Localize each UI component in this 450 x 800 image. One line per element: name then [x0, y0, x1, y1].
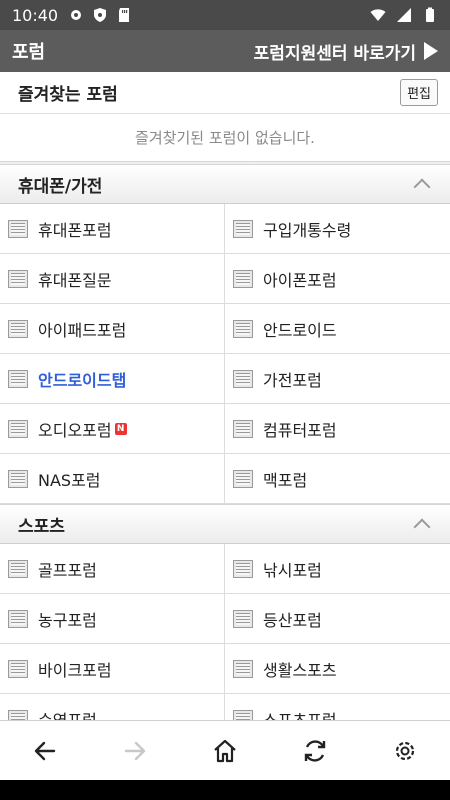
forum-item-label: 아이패드포럼 [38, 320, 127, 340]
document-icon [233, 319, 253, 338]
shield-icon [94, 8, 107, 22]
document-icon [233, 609, 253, 628]
forum-item-label: 안드로이드탭 [38, 370, 127, 390]
forum-item-label: 컴퓨터포럼 [263, 420, 337, 440]
document-icon [233, 419, 253, 438]
system-nav-bar [0, 780, 450, 800]
home-button[interactable] [203, 729, 247, 773]
battery-icon [426, 7, 434, 22]
document-icon [233, 659, 253, 678]
category-header-mobile[interactable]: 휴대폰/가전 [0, 164, 450, 204]
forum-item-label: 가전포럼 [263, 370, 322, 390]
forum-item[interactable]: 낚시포럼 [225, 544, 450, 594]
category-header-sports[interactable]: 스포츠 [0, 504, 450, 544]
forum-item[interactable]: 컴퓨터포럼 [225, 404, 450, 454]
bottom-toolbar [0, 720, 450, 780]
forum-item-label: 골프포럼 [38, 560, 97, 580]
favorites-empty-message: 즐겨찾기된 포럼이 없습니다. [0, 114, 450, 162]
status-time: 10:40 [12, 5, 59, 25]
forward-arrow-icon [124, 741, 146, 760]
document-icon [233, 269, 253, 288]
forum-item[interactable]: 휴대폰포럼 [0, 204, 225, 254]
refresh-button[interactable] [293, 729, 337, 773]
document-icon [8, 559, 28, 578]
forum-item-label: 농구포럼 [38, 610, 97, 630]
settings-gear-icon [395, 741, 415, 760]
forum-item-label: 바이크포럼 [38, 660, 112, 680]
forum-item[interactable]: 오디오포럼 N [0, 404, 225, 454]
document-icon [8, 469, 28, 488]
forum-item-label: 생활스포츠 [263, 660, 337, 680]
wifi-icon [370, 9, 386, 21]
new-badge-icon: N [114, 422, 127, 435]
document-icon [233, 709, 253, 720]
favorites-header: 즐겨찾는 포럼 편집 [0, 72, 450, 114]
forum-item[interactable]: 맥포럼 [225, 454, 450, 504]
forum-item[interactable]: 아이패드포럼 [0, 304, 225, 354]
document-icon [233, 219, 253, 238]
forum-grid: 휴대폰포럼 구입개통수령 휴대폰질문 아이폰포럼 아이패드포럼 안드로이드 안드… [0, 204, 450, 504]
settings-button[interactable] [383, 729, 427, 773]
forum-item[interactable]: 수영포럼 [0, 694, 225, 720]
back-button[interactable] [23, 729, 67, 773]
forum-item[interactable]: 휴대폰질문 [0, 254, 225, 304]
forum-item[interactable]: 농구포럼 [0, 594, 225, 644]
forum-list-content[interactable]: 즐겨찾는 포럼 편집 즐겨찾기된 포럼이 없습니다. 휴대폰/가전 휴대폰포럼 … [0, 72, 450, 720]
document-icon [8, 269, 28, 288]
document-icon [8, 319, 28, 338]
status-bar: 10:40 [0, 0, 450, 30]
document-icon [233, 469, 253, 488]
forum-item[interactable]: 바이크포럼 [0, 644, 225, 694]
forum-item[interactable]: 골프포럼 [0, 544, 225, 594]
forum-item-label: 휴대폰질문 [38, 270, 112, 290]
edit-button[interactable]: 편집 [400, 79, 438, 106]
refresh-icon [304, 739, 326, 762]
document-icon [8, 419, 28, 438]
document-icon [8, 219, 28, 238]
chevron-up-icon [413, 518, 431, 536]
document-icon [233, 559, 253, 578]
forum-item-label: 안드로이드 [263, 320, 337, 340]
category-title: 휴대폰/가전 [18, 176, 103, 197]
forum-item-label: 등산포럼 [263, 610, 322, 630]
support-center-link[interactable]: 포럼지원센터 바로가기 [254, 39, 438, 64]
page-title: 포럼 [12, 42, 46, 63]
category-title: 스포츠 [18, 516, 65, 537]
settings-status-icon [71, 10, 82, 20]
forum-item-label: NAS포럼 [38, 470, 101, 490]
forum-item-label: 맥포럼 [263, 470, 308, 490]
forum-item-label: 구입개통수령 [263, 220, 352, 240]
document-icon [8, 659, 28, 678]
forum-item[interactable]: 아이폰포럼 [225, 254, 450, 304]
sd-card-icon [119, 8, 130, 22]
favorites-title: 즐겨찾는 포럼 [18, 85, 118, 105]
forward-button[interactable] [113, 729, 157, 773]
back-arrow-icon [34, 741, 56, 760]
forum-item-label: 아이폰포럼 [263, 270, 337, 290]
chevron-up-icon [413, 178, 431, 196]
forum-item-label: 수영포럼 [38, 710, 97, 721]
home-icon [214, 739, 236, 762]
support-center-link-label: 포럼지원센터 바로가기 [253, 43, 416, 64]
document-icon [8, 609, 28, 628]
forum-item[interactable]: 스포츠포럼 [225, 694, 450, 720]
forum-item[interactable]: 구입개통수령 [225, 204, 450, 254]
forum-item-label: 스포츠포럼 [263, 710, 337, 721]
play-arrow-icon [424, 42, 438, 60]
forum-item[interactable]: 등산포럼 [225, 594, 450, 644]
signal-icon [397, 8, 411, 22]
document-icon [8, 369, 28, 388]
document-icon [8, 709, 28, 720]
forum-item[interactable]: NAS포럼 [0, 454, 225, 504]
forum-grid: 골프포럼 낚시포럼 농구포럼 등산포럼 바이크포럼 생활스포츠 수영포럼 스포츠… [0, 544, 450, 720]
forum-item[interactable]: 생활스포츠 [225, 644, 450, 694]
forum-item-label: 오디오포럼 [38, 420, 112, 440]
forum-item-label: 낚시포럼 [263, 560, 322, 580]
document-icon [233, 369, 253, 388]
forum-item-selected[interactable]: 안드로이드탭 [0, 354, 225, 404]
forum-item[interactable]: 안드로이드 [225, 304, 450, 354]
forum-item[interactable]: 가전포럼 [225, 354, 450, 404]
app-header: 포럼 포럼지원센터 바로가기 [0, 30, 450, 72]
forum-item-label: 휴대폰포럼 [38, 220, 112, 240]
